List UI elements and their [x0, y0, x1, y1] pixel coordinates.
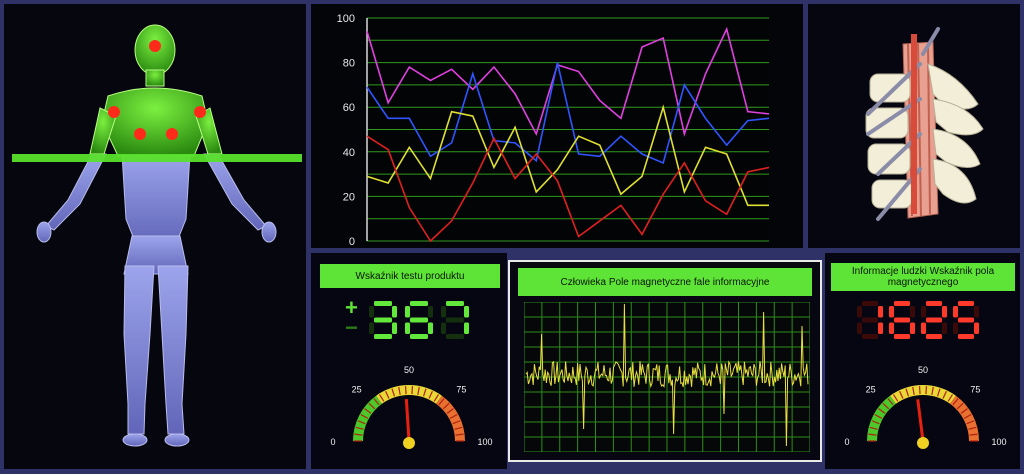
waveform-chart [524, 302, 810, 452]
wave-panel: Człowieka Pole magnetyczne fale informac… [508, 260, 822, 462]
gauge-label-q3: 75 [456, 385, 466, 395]
product-test-title: Wskaźnik testu produktu [320, 264, 500, 288]
gauge-label-mid: 50 [404, 365, 414, 375]
line-chart-panel: 0 20 40 60 80 100 [311, 4, 803, 248]
human-field-gauge: 0 25 50 75 100 [844, 365, 1007, 449]
y-tick-label: 20 [343, 191, 355, 203]
y-tick-label: 100 [337, 13, 355, 25]
gauge-needle [916, 399, 925, 442]
display-digit [889, 301, 915, 339]
display-digit [921, 301, 947, 339]
spine-panel [808, 4, 1020, 248]
gauge-band [890, 385, 956, 404]
line-chart: 0 20 40 60 80 100 [337, 13, 770, 248]
body-scan-panel [4, 4, 306, 469]
gauge-band [376, 385, 442, 404]
gauge-hub [917, 437, 929, 449]
gauge-label-q3: 75 [970, 385, 980, 395]
product-test-panel: Wskaźnik testu produktu + − 0 25 50 75 100 [311, 253, 507, 469]
gauge-tick [925, 386, 928, 395]
human-body-figure [12, 24, 302, 447]
blood-vessels [911, 34, 917, 214]
gauge-tick [918, 386, 921, 395]
gauge-needle [404, 398, 411, 442]
gauge-tick [404, 386, 407, 395]
human-field-panel: Informacje ludzki Wskaźnik pola magnetyc… [825, 253, 1020, 469]
gauge-label-min: 0 [844, 437, 849, 447]
scan-point-left-shoulder [108, 106, 120, 118]
product-test-display [369, 301, 469, 339]
scan-point-right-chest [166, 128, 178, 140]
display-digit [441, 301, 469, 339]
gauge-label-mid: 50 [918, 365, 928, 375]
scan-line [12, 154, 302, 162]
display-digit [369, 301, 397, 339]
body-silhouette [36, 153, 277, 447]
gauge-tick [411, 386, 414, 395]
display-digit [857, 301, 883, 339]
gauge-label-max: 100 [477, 437, 492, 447]
scan-point-left-chest [134, 128, 146, 140]
scan-point-head [149, 40, 161, 52]
display-digit [405, 301, 433, 339]
gauge-label-max: 100 [991, 437, 1006, 447]
y-tick-label: 40 [343, 147, 355, 159]
y-tick-label: 80 [343, 58, 355, 70]
y-tick-label: 60 [343, 102, 355, 114]
minus-sign: − [345, 315, 358, 340]
human-field-display [857, 301, 979, 339]
gauge-hub [403, 437, 415, 449]
display-digit [953, 301, 979, 339]
product-test-gauge: 0 25 50 75 100 [330, 365, 493, 449]
spine-illustration [865, 27, 984, 221]
human-field-title: Informacje ludzki Wskaźnik pola magnetyc… [831, 263, 1015, 291]
gauge-label-min: 0 [330, 437, 335, 447]
wave-title: Człowieka Pole magnetyczne fale informac… [518, 268, 812, 296]
gauge-label-q1: 25 [866, 385, 876, 395]
y-tick-label: 0 [349, 236, 355, 248]
gauge-label-q1: 25 [352, 385, 362, 395]
scan-point-right-shoulder [194, 106, 206, 118]
